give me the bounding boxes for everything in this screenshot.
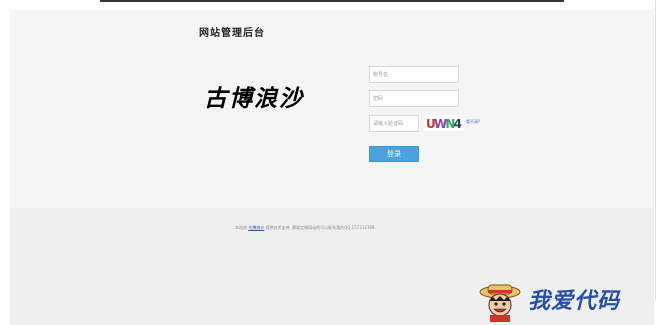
password-input[interactable] <box>369 90 459 107</box>
mascot-icon <box>479 284 521 322</box>
login-panel <box>10 10 654 208</box>
watermark-text: 我爱代码 <box>528 288 621 314</box>
refresh-captcha-link[interactable]: 看不清? <box>466 119 480 125</box>
login-button[interactable]: 登录 <box>369 146 419 162</box>
footer-copyright: 本站由 古博浪沙 提供技术支持 需要定制网站的可以联系我的QQ 15731230… <box>235 225 375 231</box>
admin-title: 网站管理后台 <box>199 28 265 39</box>
footer-prefix: 本站由 <box>235 225 247 230</box>
captcha-input[interactable] <box>369 115 419 132</box>
footer-brand-link[interactable]: 古博浪沙 <box>248 225 264 230</box>
site-logo-text: 古博浪沙 <box>204 85 304 112</box>
username-input[interactable] <box>369 66 459 83</box>
top-bar <box>100 0 564 2</box>
footer-support: 提供技术支持 <box>265 225 290 230</box>
captcha-text: UWN4 <box>426 117 462 131</box>
footer-contact: 需要定制网站的可以联系我的QQ 157312308 <box>292 225 375 230</box>
captcha-image[interactable]: UWN4 <box>424 115 464 131</box>
right-divider <box>655 0 656 300</box>
